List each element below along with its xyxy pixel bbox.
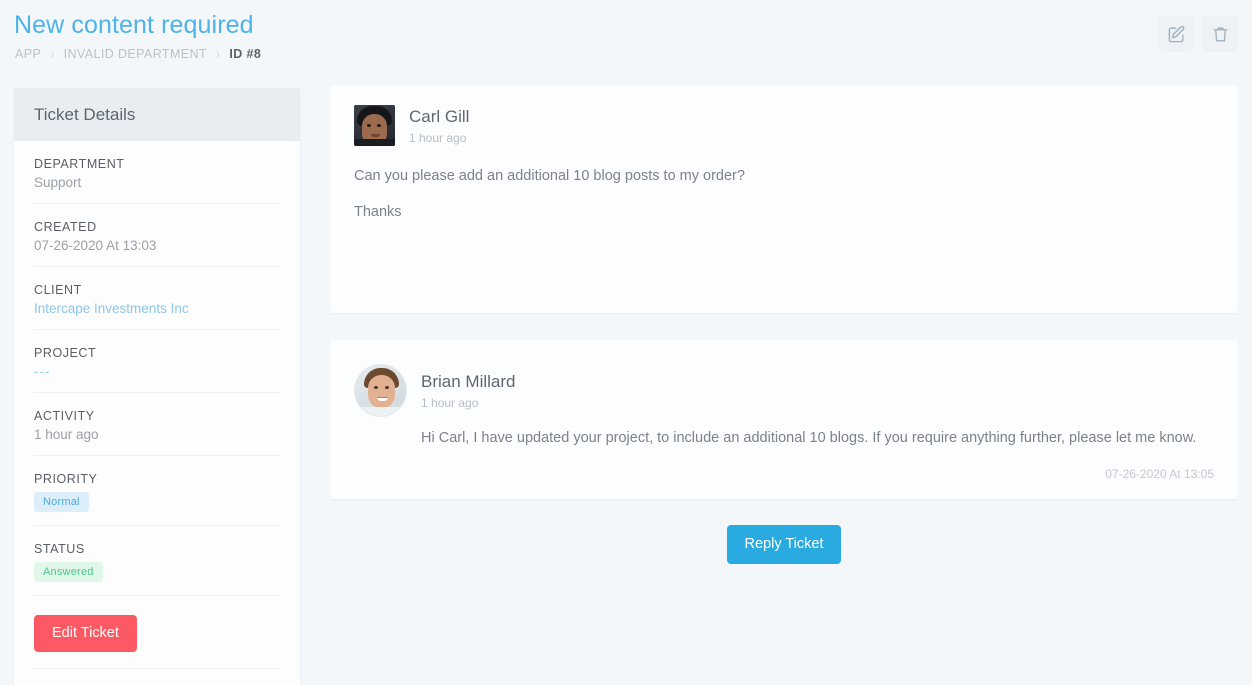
reply-ticket-button[interactable]: Reply Ticket <box>727 525 842 564</box>
detail-value-project: --- <box>34 364 280 379</box>
detail-label: CLIENT <box>34 283 280 297</box>
message-footer-timestamp: 07-26-2020 At 13:05 <box>354 467 1214 481</box>
message-paragraph: Hi Carl, I have updated your project, to… <box>421 427 1214 449</box>
detail-value-created: 07-26-2020 At 13:03 <box>34 238 280 253</box>
breadcrumb-item-id: ID #8 <box>229 47 261 61</box>
detail-label: PROJECT <box>34 346 280 360</box>
message-body: Hi Carl, I have updated your project, to… <box>421 427 1214 449</box>
detail-value-activity: 1 hour ago <box>34 427 280 442</box>
edit-pencil-square-icon <box>1167 25 1186 44</box>
detail-label: PRIORITY <box>34 472 280 486</box>
detail-row-project: PROJECT --- <box>34 330 280 393</box>
message-header: Carl Gill 1 hour ago <box>354 105 1214 146</box>
chevron-right-icon: › <box>216 48 220 60</box>
priority-badge: Normal <box>34 492 89 512</box>
detail-label: DEPARTMENT <box>34 157 280 171</box>
message-header: Brian Millard 1 hour ago <box>354 364 1214 417</box>
message-body: Can you please add an additional 10 blog… <box>354 165 1214 224</box>
chevron-right-icon: › <box>50 48 54 60</box>
detail-row-status: STATUS Answered <box>34 526 280 596</box>
status-badge: Answered <box>34 562 103 582</box>
breadcrumb-item-app[interactable]: APP <box>15 47 41 61</box>
message-paragraph: Thanks <box>354 201 1214 223</box>
breadcrumb-item-department[interactable]: INVALID DEPARTMENT <box>64 47 207 61</box>
breadcrumb: APP › INVALID DEPARTMENT › ID #8 <box>15 47 261 61</box>
detail-row-department: DEPARTMENT Support <box>34 141 280 204</box>
message-timestamp: 1 hour ago <box>421 396 515 410</box>
message-timestamp: 1 hour ago <box>409 131 469 145</box>
message-author: Carl Gill <box>409 106 469 127</box>
message-paragraph: Can you please add an additional 10 blog… <box>354 165 1214 187</box>
ticket-details-card: Ticket Details DEPARTMENT Support CREATE… <box>14 88 300 685</box>
detail-label: CREATED <box>34 220 280 234</box>
conversation-panel: Carl Gill 1 hour ago Can you please add … <box>330 85 1238 564</box>
detail-label: STATUS <box>34 542 280 556</box>
page-title: New content required <box>14 11 254 40</box>
detail-row-created: CREATED 07-26-2020 At 13:03 <box>34 204 280 267</box>
detail-row-priority: PRIORITY Normal <box>34 456 280 526</box>
card-footer-spacer <box>14 669 300 685</box>
detail-value-department: Support <box>34 175 280 190</box>
ticket-details-header: Ticket Details <box>14 88 300 141</box>
carl-gill-avatar <box>354 105 395 146</box>
header-actions <box>1158 16 1238 52</box>
detail-value-client-link[interactable]: Intercape Investments Inc <box>34 301 280 316</box>
message-card: Brian Millard 1 hour ago Hi Carl, I have… <box>330 340 1238 499</box>
message-meta: Carl Gill 1 hour ago <box>409 106 469 144</box>
ticket-detail-page: New content required APP › INVALID DEPAR… <box>0 0 1252 685</box>
detail-row-activity: ACTIVITY 1 hour ago <box>34 393 280 456</box>
page-header: New content required APP › INVALID DEPAR… <box>0 0 1252 78</box>
message-meta: Brian Millard 1 hour ago <box>421 371 515 409</box>
detail-row-client: CLIENT Intercape Investments Inc <box>34 267 280 330</box>
delete-ticket-icon-button[interactable] <box>1202 16 1238 52</box>
detail-label: ACTIVITY <box>34 409 280 423</box>
message-author: Brian Millard <box>421 371 515 392</box>
brian-millard-avatar <box>354 364 407 417</box>
trash-icon <box>1211 25 1230 44</box>
edit-ticket-icon-button[interactable] <box>1158 16 1194 52</box>
reply-action-row: Reply Ticket <box>330 525 1238 564</box>
edit-ticket-button[interactable]: Edit Ticket <box>34 615 137 652</box>
ticket-details-list: DEPARTMENT Support CREATED 07-26-2020 At… <box>14 141 300 669</box>
detail-row-edit-action: Edit Ticket <box>34 596 280 669</box>
message-card: Carl Gill 1 hour ago Can you please add … <box>330 85 1238 313</box>
